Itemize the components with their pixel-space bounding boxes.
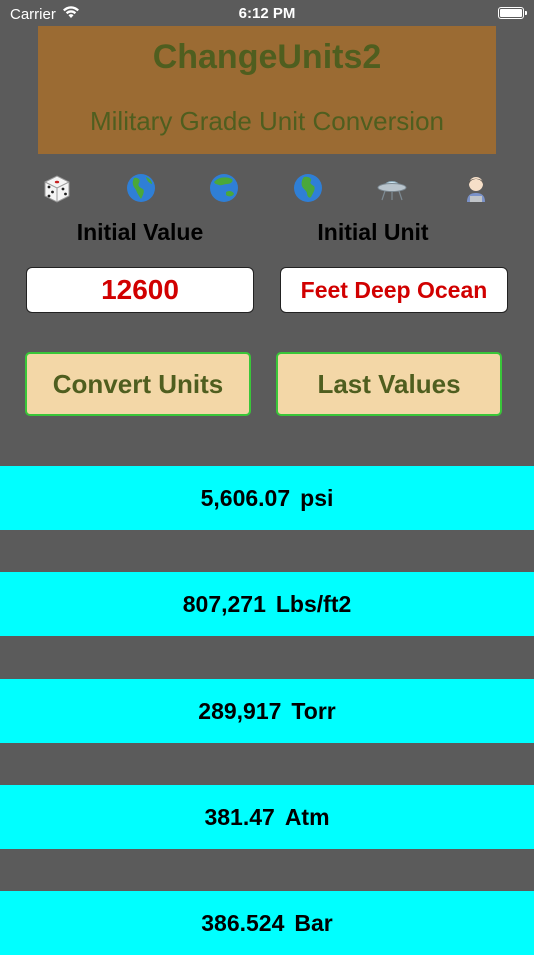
result-value: 807,271 (182, 590, 266, 617)
convert-units-button[interactable]: Convert Units (25, 352, 251, 416)
result-unit: Torr (291, 697, 336, 724)
app-title: ChangeUnits2 (152, 38, 382, 76)
result-row-psi: 5,606.07 psi (0, 466, 534, 530)
globe-asia-australia-icon[interactable] (206, 170, 242, 206)
woman-technologist-icon[interactable] (458, 170, 494, 206)
result-row-lbs-ft2: 807,271 Lbs/ft2 (0, 572, 534, 636)
result-unit: Lbs/ft2 (275, 590, 352, 617)
result-unit: psi (300, 484, 334, 511)
initial-value-input[interactable]: 12600 (26, 267, 254, 313)
initial-unit-label: Initial Unit (317, 219, 429, 245)
result-value: 386.524 (201, 909, 285, 936)
result-unit: Bar (294, 909, 333, 936)
result-value: 381.47 (204, 803, 275, 830)
last-values-button[interactable]: Last Values (276, 352, 502, 416)
result-value: 5,606.07 (200, 484, 291, 511)
result-row-atm: 381.47 Atm (0, 785, 534, 849)
app-subtitle: Military Grade Unit Conversion (89, 106, 444, 136)
icon-row (0, 170, 534, 206)
flying-saucer-icon[interactable] (374, 170, 410, 206)
clock: 6:12 PM (238, 5, 296, 22)
battery-icon (498, 7, 527, 19)
globe-americas-icon[interactable] (123, 170, 159, 206)
app-banner: ChangeUnits2 Military Grade Unit Convers… (38, 26, 496, 154)
globe-europe-africa-icon[interactable] (290, 170, 326, 206)
result-row-bar: 386.524 Bar (0, 891, 534, 955)
result-unit: Atm (284, 803, 330, 830)
dice-icon[interactable] (39, 170, 75, 206)
result-row-torr: 289,917 Torr (0, 679, 534, 743)
initial-value-label: Initial Value (76, 219, 204, 245)
result-value: 289,917 (198, 697, 282, 724)
initial-unit-picker[interactable]: Feet Deep Ocean (280, 267, 508, 313)
